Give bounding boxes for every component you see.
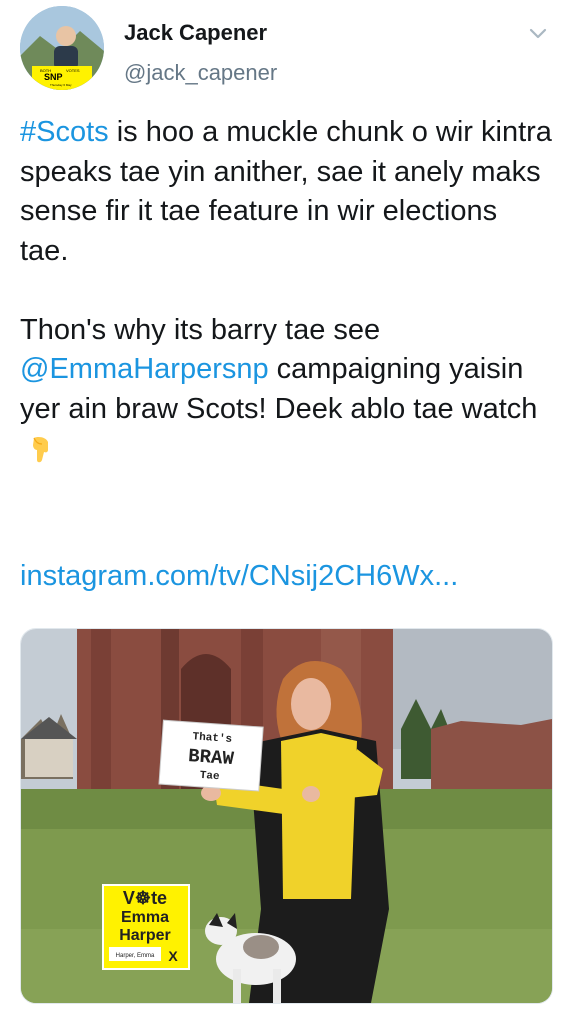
mention-link[interactable]: @EmmaHarpersnp — [20, 353, 269, 385]
poster-line2: Emma — [121, 909, 169, 926]
author-handle[interactable]: @jack_capener — [124, 60, 277, 86]
poster-small: Harper, Emma — [116, 953, 155, 959]
sign-line2: BRAW — [187, 745, 235, 770]
vote-poster: V☸te Emma Harper Harper, Emma X — [102, 884, 190, 970]
author-avatar[interactable]: BOTH VOTES SNP Thursday 6 May — [20, 6, 104, 90]
avatar-badge-snp: SNP — [44, 72, 63, 82]
tweet-paragraph-2: Thon's why its barry tae see @EmmaHarper… — [20, 311, 552, 469]
hashtag-link[interactable]: #Scots — [20, 116, 109, 148]
tweet-text: #Scots is hoo a muckle chunk o wir kintr… — [20, 113, 552, 469]
sign-line3: Tae — [199, 770, 220, 783]
avatar-badge-sub: Thursday 6 May — [50, 83, 72, 87]
chevron-down-icon[interactable] — [527, 22, 549, 44]
instagram-link[interactable]: instagram.com/tv/CNsij2CH6Wx... — [20, 560, 458, 593]
poster-mark: X — [168, 948, 178, 964]
tweet-media-image[interactable]: That's BRAW Tae V☸te Emma Harper Harper,… — [20, 628, 553, 1004]
pointing-down-emoji-icon — [26, 434, 56, 464]
tweet-paragraph-1: #Scots is hoo a muckle chunk o wir kintr… — [20, 113, 552, 271]
poster-line3: Harper — [119, 927, 171, 944]
avatar-badge-line2: VOTES — [66, 68, 80, 73]
poster-line1: V☸te — [123, 888, 167, 908]
author-name[interactable]: Jack Capener — [124, 20, 267, 46]
tweet-header: BOTH VOTES SNP Thursday 6 May Jack Capen… — [20, 6, 551, 96]
tweet-paragraph-2-start: Thon's why its barry tae see — [20, 313, 381, 346]
